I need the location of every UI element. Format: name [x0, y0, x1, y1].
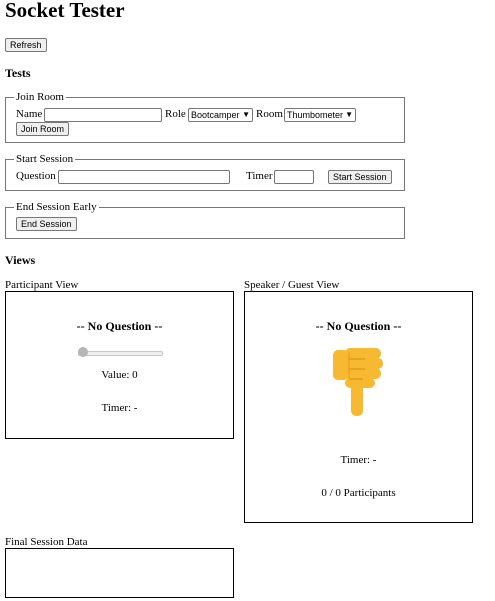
- name-label: Name: [16, 108, 43, 120]
- end-session-button[interactable]: End Session: [16, 217, 77, 231]
- tests-heading: Tests: [5, 66, 31, 80]
- room-select[interactable]: Thumbometer ▼: [284, 108, 356, 122]
- chevron-down-icon: ▼: [345, 110, 353, 119]
- role-select[interactable]: Bootcamper ▼: [188, 108, 253, 122]
- slider-thumb[interactable]: [78, 347, 88, 357]
- start-session-fieldset: Start Session Question Timer Start Sessi…: [5, 153, 405, 191]
- participant-view-panel: -- No Question -- Value: 0 Timer: -: [5, 291, 234, 439]
- participant-value: Value: 0: [101, 369, 138, 381]
- participant-view-label: Participant View: [5, 279, 79, 291]
- refresh-button[interactable]: Refresh: [5, 38, 47, 52]
- timer-label: Timer: [246, 170, 273, 182]
- participants-count: 0 / 0 Participants: [321, 487, 396, 499]
- question-label: Question: [16, 170, 56, 182]
- speaker-question: -- No Question --: [315, 319, 402, 333]
- final-session-panel: [5, 548, 234, 598]
- speaker-timer: Timer: -: [340, 454, 377, 466]
- final-session-label: Final Session Data: [5, 536, 88, 548]
- participant-question: -- No Question --: [76, 319, 163, 333]
- speaker-view-panel: -- No Question -- Timer: - 0 / 0 Partici…: [244, 291, 473, 523]
- page-title: Socket Tester: [5, 0, 125, 22]
- join-room-fieldset: Join Room Name Role Bootcamper ▼ Room Thu…: [5, 91, 405, 143]
- slider-track: [78, 351, 163, 356]
- role-select-value: Bootcamper: [191, 110, 240, 120]
- name-input[interactable]: [44, 108, 162, 122]
- views-heading: Views: [5, 253, 36, 267]
- room-label: Room: [256, 108, 283, 120]
- timer-input[interactable]: [274, 170, 314, 184]
- chevron-down-icon: ▼: [242, 110, 250, 119]
- question-input[interactable]: [58, 170, 230, 184]
- role-label: Role: [165, 108, 186, 120]
- start-session-legend: Start Session: [14, 153, 76, 165]
- value-slider[interactable]: [78, 347, 163, 357]
- room-select-value: Thumbometer: [287, 110, 344, 120]
- end-session-legend: End Session Early: [14, 201, 99, 213]
- join-room-legend: Join Room: [14, 91, 66, 103]
- thumbs-down-icon: [333, 348, 383, 416]
- start-session-button[interactable]: Start Session: [328, 170, 392, 184]
- participant-timer: Timer: -: [101, 402, 138, 414]
- speaker-view-label: Speaker / Guest View: [244, 279, 340, 291]
- join-room-button[interactable]: Join Room: [16, 122, 70, 136]
- end-session-fieldset: End Session Early End Session: [5, 201, 405, 239]
